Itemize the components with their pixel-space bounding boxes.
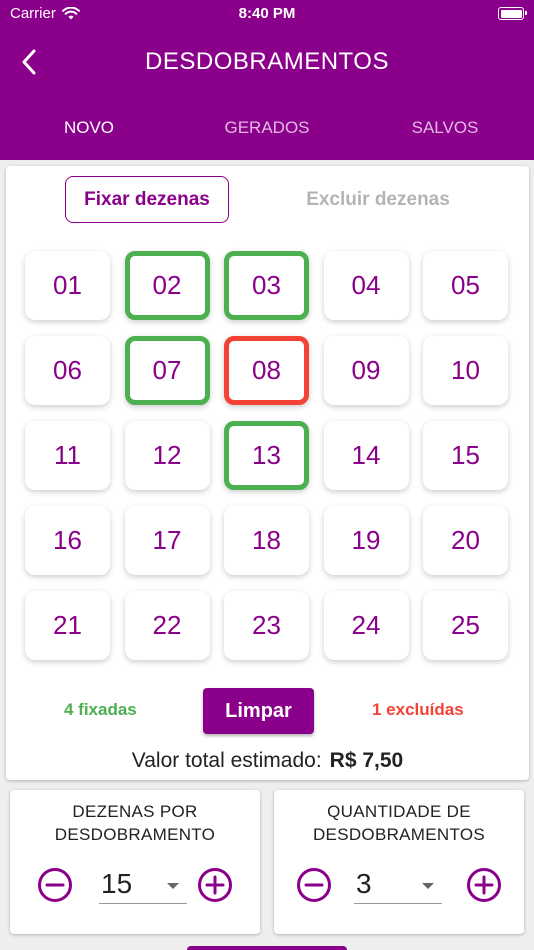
total-value: R$ 7,50 [329,749,404,772]
number-19[interactable]: 19 [323,506,409,575]
tab-novo[interactable]: NOVO [0,110,178,150]
unfold-quantity-value: 3 [356,868,372,899]
excluded-count: 1 excluídas [372,700,464,719]
status-time: 8:40 PM [238,5,296,22]
tab-salvos[interactable]: SALVOS [356,110,534,150]
minus-circle-icon[interactable] [296,867,332,903]
exclude-numbers-button[interactable]: Excluir dezenas [286,176,470,223]
unfold-quantity-select[interactable]: 3 [354,866,442,904]
number-04[interactable]: 04 [323,251,409,320]
tab-bar: NOVO GERADOS SALVOS [0,110,534,150]
numbers-per-unfold-label: DEZENAS POR DESDOBRAMENTO [54,802,216,844]
tab-gerados[interactable]: GERADOS [178,110,356,150]
number-02[interactable]: 02 [124,251,210,320]
number-10[interactable]: 10 [423,336,508,405]
battery-icon [498,7,527,20]
number-11[interactable]: 11 [25,421,110,490]
number-14[interactable]: 14 [323,421,409,490]
numbers-per-unfold-value: 15 [101,868,133,899]
clear-button[interactable]: Limpar [203,688,314,734]
number-06[interactable]: 06 [25,336,110,405]
number-17[interactable]: 17 [124,506,210,575]
number-selection-card: Fixar dezenas Excluir dezenas 01 02 03 0… [6,166,529,780]
plus-circle-icon[interactable] [466,867,502,903]
number-21[interactable]: 21 [25,591,110,660]
bottom-action-button-peek[interactable] [187,946,347,950]
estimated-total: Valor total estimado: R$ 7,50 [6,749,529,773]
number-23[interactable]: 23 [224,591,309,660]
number-09[interactable]: 09 [323,336,409,405]
number-03[interactable]: 03 [224,251,309,320]
number-25[interactable]: 25 [423,591,508,660]
number-07[interactable]: 07 [124,336,210,405]
fixed-count: 4 fixadas [64,700,137,719]
number-15[interactable]: 15 [423,421,508,490]
number-16[interactable]: 16 [25,506,110,575]
total-label: Valor total estimado: [131,749,322,772]
unfold-quantity-label: QUANTIDADE DE DESDOBRAMENTOS [312,802,486,844]
app-bar: DESDOBRAMENTOS NOVO GERADOS SALVOS [0,28,534,160]
minus-circle-icon[interactable] [37,867,73,903]
number-24[interactable]: 24 [323,591,409,660]
number-05[interactable]: 05 [423,251,508,320]
number-18[interactable]: 18 [224,506,309,575]
number-08[interactable]: 08 [224,336,309,405]
fix-numbers-button[interactable]: Fixar dezenas [65,176,229,223]
number-13[interactable]: 13 [224,421,309,490]
plus-circle-icon[interactable] [197,867,233,903]
caret-down-icon [167,883,179,889]
numbers-per-unfold-select[interactable]: 15 [99,866,187,904]
caret-down-icon [422,883,434,889]
numbers-per-unfold-card: DEZENAS POR DESDOBRAMENTO 15 [10,790,260,934]
number-22[interactable]: 22 [124,591,210,660]
number-12[interactable]: 12 [124,421,210,490]
unfold-quantity-card: QUANTIDADE DE DESDOBRAMENTOS 3 [274,790,524,934]
number-01[interactable]: 01 [25,251,110,320]
number-20[interactable]: 20 [423,506,508,575]
status-bar: Carrier 8:40 PM [0,0,534,28]
page-title: DESDOBRAMENTOS [145,48,389,75]
